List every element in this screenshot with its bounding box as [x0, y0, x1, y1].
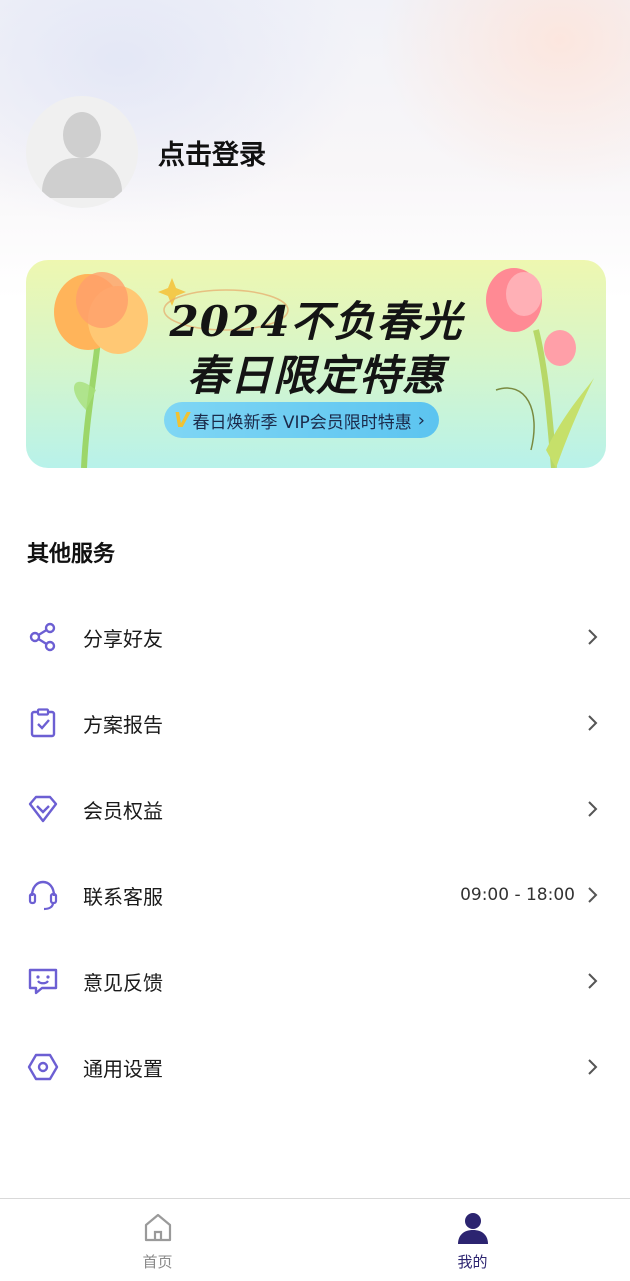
menu-item-customer-service[interactable]: 联系客服 09:00 - 18:00 [0, 852, 630, 938]
menu-item-label: 联系客服 [83, 884, 163, 909]
chevron-right-icon [586, 627, 600, 647]
chevron-right-icon [586, 799, 600, 819]
clipboard-check-icon [26, 706, 60, 740]
vip-promo-label: 春日焕新季 VIP会员限时特惠 [192, 412, 412, 433]
banner-headline: 2024不负春光 [169, 297, 463, 346]
diamond-icon [26, 792, 60, 826]
tab-home-label: 首页 [142, 1253, 173, 1271]
menu-item-feedback[interactable]: 意见反馈 [0, 938, 630, 1024]
tab-mine[interactable]: 我的 [315, 1199, 630, 1281]
menu-item-label: 分享好友 [83, 626, 163, 651]
home-icon [144, 1213, 172, 1242]
promo-banner[interactable]: 2024不负春光 春日限定特惠 V 春日焕新季 VIP会员限时特惠 › [26, 260, 606, 468]
headset-icon [26, 878, 60, 912]
settings-hex-icon [26, 1050, 60, 1084]
menu-item-label: 意见反馈 [83, 970, 163, 995]
menu-item-membership[interactable]: 会员权益 [0, 766, 630, 852]
feedback-smile-icon [26, 964, 60, 998]
share-icon [26, 620, 60, 654]
avatar-head-shape [63, 112, 101, 158]
banner-subheadline: 春日限定特惠 [186, 351, 445, 400]
avatar[interactable] [26, 96, 138, 208]
section-title: 其他服务 [27, 542, 116, 567]
menu-item-share[interactable]: 分享好友 [0, 594, 630, 680]
menu-item-label: 方案报告 [83, 712, 163, 737]
bottom-nav: 首页 我的 [0, 1198, 630, 1281]
menu-item-settings[interactable]: 通用设置 [0, 1024, 630, 1110]
vip-promo-button[interactable]: V 春日焕新季 VIP会员限时特惠 › [164, 402, 439, 438]
chevron-right-icon [586, 971, 600, 991]
service-hours: 09:00 - 18:00 [460, 885, 575, 905]
user-icon [458, 1213, 488, 1244]
login-link[interactable]: 点击登录 [158, 133, 266, 172]
chevron-right-icon [586, 713, 600, 733]
menu-item-report[interactable]: 方案报告 [0, 680, 630, 766]
chevron-right-icon: › [417, 409, 425, 431]
chevron-right-icon [586, 885, 600, 905]
chevron-right-icon [586, 1057, 600, 1077]
menu-item-label: 通用设置 [83, 1056, 163, 1081]
services-list: 分享好友 方案报告 会员权益 联系客服 09:00 - 18:00 意见反馈 通… [0, 594, 630, 1110]
profile-section[interactable]: 点击登录 [26, 95, 586, 209]
menu-item-label: 会员权益 [83, 798, 163, 823]
tab-mine-label: 我的 [457, 1253, 488, 1271]
tab-home[interactable]: 首页 [0, 1199, 315, 1281]
vip-badge-icon: V [174, 408, 190, 432]
avatar-body-shape [42, 158, 122, 198]
